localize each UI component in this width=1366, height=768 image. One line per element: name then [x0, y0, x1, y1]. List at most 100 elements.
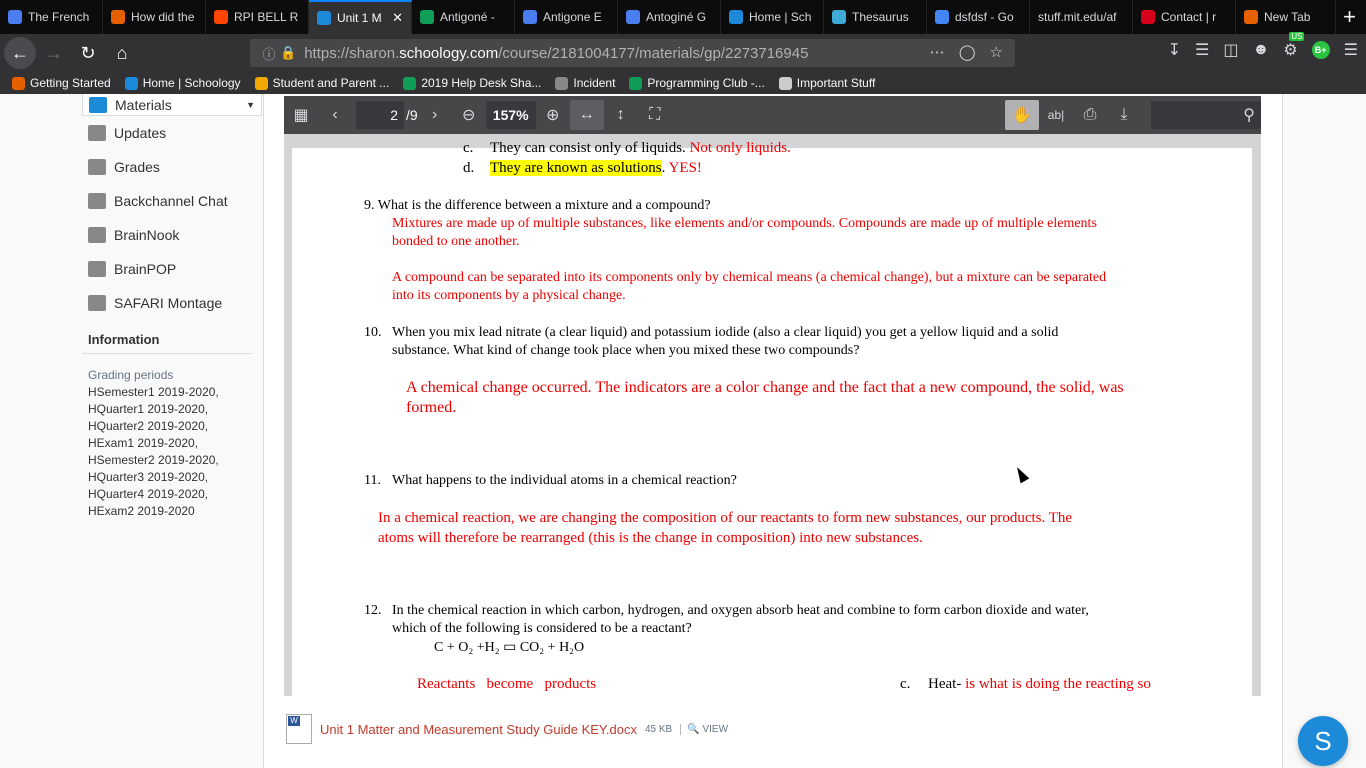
- browser-tab[interactable]: Antoginé G: [618, 0, 721, 34]
- sidebar-item[interactable]: Updates: [82, 116, 262, 150]
- attachment-link[interactable]: Unit 1 Matter and Measurement Study Guid…: [320, 722, 637, 737]
- browser-tab[interactable]: Antigoné -: [412, 0, 515, 34]
- bookmark-label: Programming Club -...: [647, 76, 765, 90]
- bookmark-item[interactable]: Incident: [555, 76, 615, 90]
- library-icon[interactable]: ☰: [1195, 40, 1209, 60]
- home-button[interactable]: ⌂: [106, 37, 138, 69]
- new-tab-button[interactable]: +: [1336, 0, 1366, 34]
- sidebar-item-label: BrainPOP: [114, 261, 177, 277]
- sidebar-toggle-icon[interactable]: ◫: [1223, 40, 1238, 60]
- browser-tab[interactable]: Antigone E: [515, 0, 618, 34]
- pdf-page: c. They can consist only of liquids. Not…: [292, 140, 1252, 696]
- sidebar-item[interactable]: Backchannel Chat: [82, 184, 262, 218]
- thumbnails-button[interactable]: ▦: [284, 100, 318, 130]
- view-link[interactable]: 🔍 VIEW: [680, 723, 728, 735]
- reload-button[interactable]: ↻: [72, 37, 104, 69]
- bookmark-item[interactable]: Student and Parent ...: [254, 76, 390, 90]
- bookmark-item[interactable]: Programming Club -...: [629, 76, 765, 90]
- print-button[interactable]: ⎙: [1073, 100, 1107, 130]
- info-icon[interactable]: ⓘ: [258, 44, 280, 63]
- option-d-letter: d.: [463, 160, 475, 176]
- option-c-letter: c.: [463, 140, 474, 156]
- browser-tab-strip: The French How did the RPI BELL R Unit 1 M ✕…: [0, 0, 1366, 34]
- zoom-in-button[interactable]: ⊕: [536, 100, 570, 130]
- page-count: /9: [406, 107, 418, 123]
- tab-label: Antigone E: [543, 10, 602, 24]
- browser-tab[interactable]: RPI BELL R: [206, 0, 309, 34]
- brainnook-icon: [88, 227, 106, 243]
- text-cursor-icon: ab|: [1047, 108, 1065, 122]
- bookmark-label: Student and Parent ...: [272, 76, 390, 90]
- safari-montage-icon: [88, 295, 106, 311]
- answer-10-line-2: formed.: [406, 399, 457, 416]
- browser-nav-bar: ← → ↻ ⌂ ⓘ 🔒 https://sharon.schoology.com…: [0, 32, 1366, 72]
- sidebar-item[interactable]: BrainNook: [82, 218, 262, 252]
- fit-width-icon: ↔: [578, 106, 595, 123]
- page: Materials ▼ Updates Grades Backchannel Cha…: [0, 94, 1366, 768]
- bookmark-item[interactable]: 2019 Help Desk Sha...: [403, 76, 541, 90]
- sidebar-item-label: Grades: [114, 159, 160, 175]
- bookmark-star-icon[interactable]: ☆: [990, 43, 1003, 61]
- browser-tab[interactable]: dsfdsf - Go: [927, 0, 1030, 34]
- extension-icon[interactable]: ⚙ US: [1283, 32, 1305, 60]
- page-actions-icon[interactable]: ⋯: [930, 43, 945, 61]
- downloads-icon[interactable]: ↧: [1168, 40, 1181, 60]
- browser-tab[interactable]: Thesaurus: [824, 0, 927, 34]
- firefox-icon: [12, 76, 25, 90]
- sidebar-item[interactable]: Grades: [82, 150, 262, 184]
- download-button[interactable]: ⤓: [1107, 100, 1141, 130]
- firefox-icon: [111, 10, 125, 24]
- browser-tab[interactable]: Unit 1 M ✕: [309, 0, 412, 34]
- tab-label: How did the: [131, 10, 195, 24]
- bookmark-item[interactable]: Getting Started: [12, 76, 111, 90]
- answer-9-line-4: into its components by a physical change…: [392, 288, 626, 303]
- sidebar-item[interactable]: SAFARI Montage: [82, 286, 262, 320]
- schoology-help-button[interactable]: S: [1298, 716, 1348, 766]
- zoom-level[interactable]: 157%: [485, 101, 536, 129]
- grid-icon: ▦: [293, 107, 309, 124]
- grading-period: HSemester1 2019-2020,: [88, 385, 219, 399]
- back-button[interactable]: ←: [4, 37, 36, 69]
- fit-height-icon: ↕: [616, 106, 625, 123]
- browser-tab[interactable]: How did the: [103, 0, 206, 34]
- forward-button[interactable]: →: [38, 37, 70, 69]
- text-select-button[interactable]: ab|: [1039, 100, 1073, 130]
- bookmark-item[interactable]: Home | Schoology: [124, 76, 241, 90]
- close-tab-icon[interactable]: ✕: [392, 10, 403, 26]
- fit-width-button[interactable]: ↔: [569, 100, 604, 130]
- sidebar-item[interactable]: BrainPOP: [82, 252, 262, 286]
- grades-icon: [88, 159, 106, 175]
- menu-icon[interactable]: ☰: [1344, 40, 1358, 60]
- prev-page-button[interactable]: ‹: [318, 100, 352, 130]
- url-bar[interactable]: ⓘ 🔒 https://sharon.schoology.com/course/…: [250, 39, 1015, 67]
- browser-tab[interactable]: New Tab: [1236, 0, 1336, 34]
- browser-tab[interactable]: Home | Sch: [721, 0, 824, 34]
- docs-icon: [8, 10, 22, 24]
- pdf-toolbar: ▦ ‹ 2 /9 › ⊖ 157% ⊕ ↔ ↕ ⛶ ✋ ab| ⎙ ⤓ ⚲: [284, 96, 1261, 134]
- tab-label: dsfdsf - Go: [955, 10, 1014, 24]
- docs-icon: [523, 10, 537, 24]
- tab-label: The French: [28, 10, 90, 24]
- account-icon[interactable]: ☻: [1252, 41, 1269, 59]
- browser-tab[interactable]: The French: [0, 0, 103, 34]
- question-10-line-2: substance. What kind of change took plac…: [392, 343, 860, 358]
- pdf-viewport[interactable]: c. They can consist only of liquids. Not…: [284, 134, 1261, 696]
- hand-tool-button[interactable]: ✋: [1005, 100, 1039, 130]
- fit-page-button[interactable]: ↕: [604, 100, 638, 130]
- browser-tab[interactable]: Contact | r: [1133, 0, 1236, 34]
- browser-tab[interactable]: stuff.mit.edu/af: [1030, 0, 1133, 34]
- bookmark-item[interactable]: Important Stuff: [778, 76, 875, 90]
- pocket-icon[interactable]: ◯: [959, 43, 976, 61]
- bookmark-label: Home | Schoology: [142, 76, 241, 90]
- zoom-out-button[interactable]: ⊖: [452, 100, 486, 130]
- page-number-input[interactable]: 2: [356, 101, 404, 129]
- bookmarks-bar: Getting Started Home | Schoology Student a…: [0, 72, 1366, 94]
- addon-avatar-icon[interactable]: B+: [1311, 41, 1330, 59]
- sidebar-item-materials[interactable]: Materials ▼: [82, 94, 262, 116]
- next-page-button[interactable]: ›: [418, 100, 452, 130]
- fullscreen-button[interactable]: ⛶: [638, 100, 672, 130]
- printer-icon: ⎙: [1083, 106, 1097, 123]
- folder-icon: [778, 76, 792, 90]
- pdf-search-field[interactable]: ⚲: [1151, 101, 1261, 129]
- option-12c-letter: c.: [900, 676, 911, 692]
